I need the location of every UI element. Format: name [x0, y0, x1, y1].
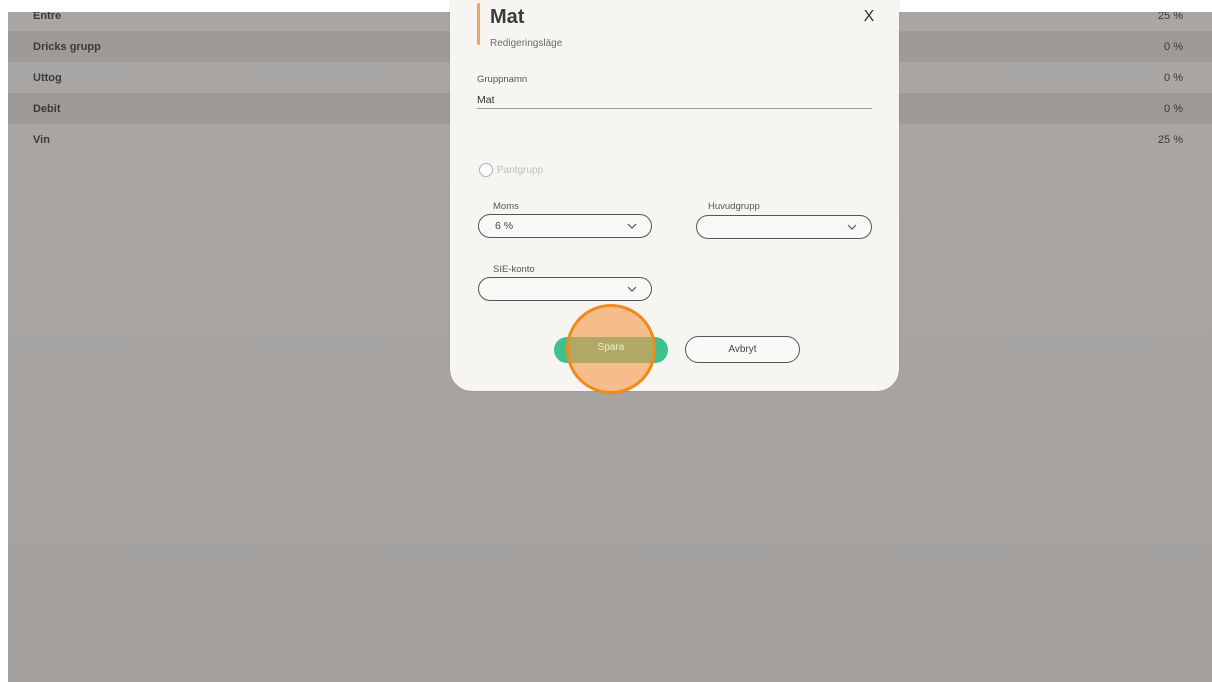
group-name: Debit — [33, 102, 61, 115]
group-vat: 25 % — [1157, 12, 1183, 22]
chevron-down-icon — [847, 224, 857, 230]
radio-circle-icon — [479, 163, 493, 177]
group-name-value: Mat — [477, 94, 495, 106]
vat-label: Moms — [493, 201, 519, 212]
group-name: Entre — [33, 12, 62, 22]
vat-select-value: 6 % — [495, 220, 514, 232]
cancel-button[interactable]: Avbryt — [685, 336, 800, 363]
group-vat: 0 % — [1164, 71, 1183, 84]
chevron-down-icon — [627, 286, 637, 292]
group-name: Dricks grupp — [33, 40, 101, 53]
group-name-label: Gruppnamn — [477, 74, 528, 85]
sie-account-label: SIE-konto — [493, 264, 535, 275]
vat-select[interactable]: 6 % — [478, 214, 652, 238]
close-button[interactable]: X — [860, 8, 878, 26]
deposit-group-label: Pantgrupp — [497, 164, 544, 176]
modal-title: Mat — [490, 6, 525, 28]
edit-group-modal: Mat Redigeringsläge X Gruppnamn Mat Pant… — [450, 0, 899, 391]
group-name-input[interactable]: Mat — [477, 92, 872, 109]
group-vat: 0 % — [1164, 102, 1183, 115]
main-group-label: Huvudgrupp — [708, 201, 760, 212]
close-icon: X — [863, 8, 875, 25]
group-name: Vin — [33, 133, 50, 146]
modal-subtitle: Redigeringsläge — [490, 38, 563, 49]
deposit-group-radio[interactable]: Pantgrupp — [479, 163, 543, 177]
chevron-down-icon — [627, 223, 637, 229]
sie-account-select[interactable] — [478, 277, 652, 301]
group-name: Uttog — [33, 71, 62, 84]
group-vat: 25 % — [1157, 133, 1183, 146]
main-group-select[interactable] — [696, 215, 872, 239]
title-accent-bar — [477, 3, 480, 45]
group-vat: 0 % — [1164, 40, 1183, 53]
save-button[interactable] — [554, 337, 668, 363]
